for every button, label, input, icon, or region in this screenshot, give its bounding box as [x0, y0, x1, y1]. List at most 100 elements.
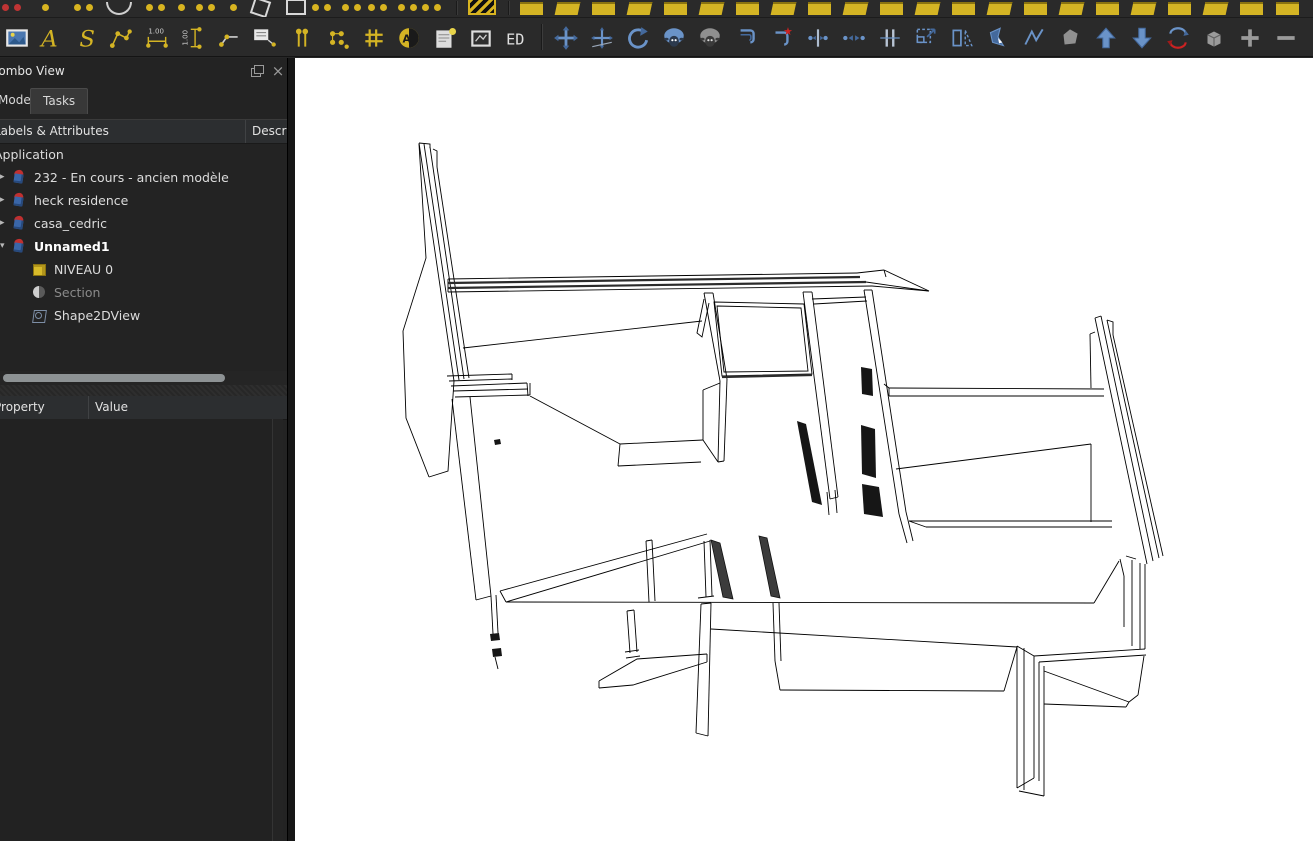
- svg-text:S: S: [79, 27, 95, 51]
- float-panel-icon[interactable]: [248, 63, 264, 79]
- arch-icon-30-icon[interactable]: [952, 2, 975, 15]
- dimension-horizontal-icon[interactable]: 1.00: [144, 25, 170, 51]
- arch-icon-39-icon[interactable]: [1276, 2, 1299, 15]
- property-vertical-scrollbar[interactable]: [272, 419, 283, 841]
- tree-item-unnamed1[interactable]: ▾ Unnamed1: [0, 235, 287, 258]
- draft-text-icon[interactable]: A: [38, 25, 64, 51]
- toolbar-separator-3: [541, 24, 543, 50]
- expander-icon[interactable]: ▸: [0, 166, 10, 189]
- offset-icon[interactable]: [733, 25, 759, 51]
- arch-icon-36-icon[interactable]: [1168, 2, 1191, 15]
- point-array-icon[interactable]: [325, 25, 351, 51]
- arch-icon-16-icon[interactable]: [422, 0, 446, 15]
- shape2dview-icon: [32, 308, 47, 323]
- arch-icon-19-icon[interactable]: [554, 2, 581, 15]
- move-icon[interactable]: [553, 25, 579, 51]
- axis-icon[interactable]: [289, 25, 315, 51]
- mirror-icon[interactable]: [949, 25, 975, 51]
- arch-icon-23-icon[interactable]: [698, 2, 725, 15]
- arch-icon-17-icon[interactable]: [468, 0, 496, 15]
- add-point-icon[interactable]: [1237, 25, 1263, 51]
- arch-icon-33-icon[interactable]: [1058, 2, 1085, 15]
- arch-icon-14-icon[interactable]: [368, 0, 392, 15]
- arch-icon-31-icon[interactable]: [986, 2, 1013, 15]
- arch-icon-20-icon[interactable]: [592, 2, 615, 15]
- tree-item-label: 232 - En cours - ancien modèle: [34, 170, 229, 185]
- tree-item-heck-residence[interactable]: ▸ heck residence: [0, 189, 287, 212]
- trimex-icon[interactable]: [805, 25, 831, 51]
- arch-icon-1-icon[interactable]: [2, 0, 26, 15]
- arch-icon-18-icon[interactable]: [520, 2, 543, 15]
- stretch-icon[interactable]: [877, 25, 903, 51]
- tree-item-application[interactable]: Application: [0, 143, 287, 166]
- tree-item-232-en-cours-ancien-modele[interactable]: ▸ 232 - En cours - ancien modèle: [0, 166, 287, 189]
- tree-item-casa-cedric[interactable]: ▸ casa_cedric: [0, 212, 287, 235]
- arch-icon-26-icon[interactable]: [808, 2, 831, 15]
- arch-icon-37-icon[interactable]: [1202, 2, 1229, 15]
- arch-icon-11-icon[interactable]: [312, 0, 336, 15]
- tree-horizontal-scrollbar[interactable]: [0, 371, 287, 385]
- join-icon[interactable]: [841, 25, 867, 51]
- offset-2d-icon[interactable]: ★: [769, 25, 795, 51]
- annotation-styles-icon[interactable]: A: [396, 25, 422, 51]
- arch-icon-10-icon[interactable]: [286, 0, 306, 15]
- wire-to-bspline-icon[interactable]: [1021, 25, 1047, 51]
- tree-item-shape2dview[interactable]: Shape2DView: [0, 304, 287, 327]
- arch-icon-29-icon[interactable]: [914, 2, 941, 15]
- draft-dimension-icon[interactable]: [108, 25, 134, 51]
- arch-icon-34-icon[interactable]: [1096, 2, 1119, 15]
- facebinder-icon[interactable]: [1057, 25, 1083, 51]
- scale-icon[interactable]: [913, 25, 939, 51]
- tab-tasks[interactable]: Tasks: [30, 88, 89, 114]
- scrollbar-thumb[interactable]: [3, 374, 225, 382]
- expander-icon[interactable]: ▸: [0, 212, 10, 235]
- arch-icon-3-icon[interactable]: [74, 0, 98, 15]
- expander-icon[interactable]: ▸: [0, 189, 10, 212]
- arch-icon-5-icon[interactable]: [146, 0, 170, 15]
- working-plane-proxy-icon[interactable]: [432, 25, 458, 51]
- arch-icon-25-icon[interactable]: [770, 2, 797, 15]
- arch-icon-6-icon[interactable]: [178, 0, 190, 15]
- remove-point-icon[interactable]: [1273, 25, 1299, 51]
- downgrade-icon[interactable]: [1129, 25, 1155, 51]
- arch-icon-32-icon[interactable]: [1024, 2, 1047, 15]
- rotate-icon[interactable]: [625, 25, 651, 51]
- arch-icon-24-icon[interactable]: [736, 2, 759, 15]
- arch-icon-15-icon[interactable]: [398, 0, 422, 15]
- arch-icon-22-icon[interactable]: [664, 2, 687, 15]
- sub-element-move-icon[interactable]: [589, 25, 615, 51]
- arch-icon-2-icon[interactable]: [42, 0, 54, 15]
- arch-icon-27-icon[interactable]: [842, 2, 869, 15]
- draft-edit-icon[interactable]: [985, 25, 1011, 51]
- add-to-group-icon[interactable]: [1201, 25, 1227, 51]
- arch-icon-8-icon[interactable]: [230, 0, 242, 15]
- tree-item-section[interactable]: Section: [0, 281, 287, 304]
- image-plane-icon[interactable]: [4, 25, 30, 51]
- leader-line-icon[interactable]: [216, 25, 242, 51]
- tree-item-label: heck residence: [34, 193, 129, 208]
- clone-icon[interactable]: [661, 25, 687, 51]
- expander-icon[interactable]: ▾: [0, 235, 10, 258]
- close-panel-icon[interactable]: ×: [270, 63, 286, 79]
- arch-icon-7-icon[interactable]: [196, 0, 220, 15]
- arch-icon-35-icon[interactable]: [1130, 2, 1157, 15]
- arch-icon-4-icon[interactable]: [106, 2, 132, 15]
- arch-icon-9-icon[interactable]: [249, 0, 272, 17]
- heal-icon[interactable]: ED: [504, 25, 530, 51]
- simple-copy-icon[interactable]: [697, 25, 723, 51]
- arch-icon-28-icon[interactable]: [880, 2, 903, 15]
- arch-icon-21-icon[interactable]: [626, 2, 653, 15]
- label-icon[interactable]: [252, 25, 278, 51]
- arch-icon-12-icon[interactable]: [342, 0, 354, 15]
- page-view-icon[interactable]: [468, 25, 494, 51]
- grid-icon[interactable]: [361, 25, 387, 51]
- shapestring-icon[interactable]: S: [74, 25, 100, 51]
- arch-icon-38-icon[interactable]: [1240, 2, 1263, 15]
- dimension-vertical-icon[interactable]: 1.00: [181, 25, 207, 51]
- panel-splitter[interactable]: [0, 385, 287, 396]
- draft-to-sketch-icon[interactable]: [1165, 25, 1191, 51]
- upgrade-icon[interactable]: [1093, 25, 1119, 51]
- tree-item-niveau-0[interactable]: NIVEAU 0: [0, 258, 287, 281]
- arch-icon-13-icon[interactable]: [354, 0, 366, 15]
- 3d-viewport[interactable]: [295, 58, 1313, 841]
